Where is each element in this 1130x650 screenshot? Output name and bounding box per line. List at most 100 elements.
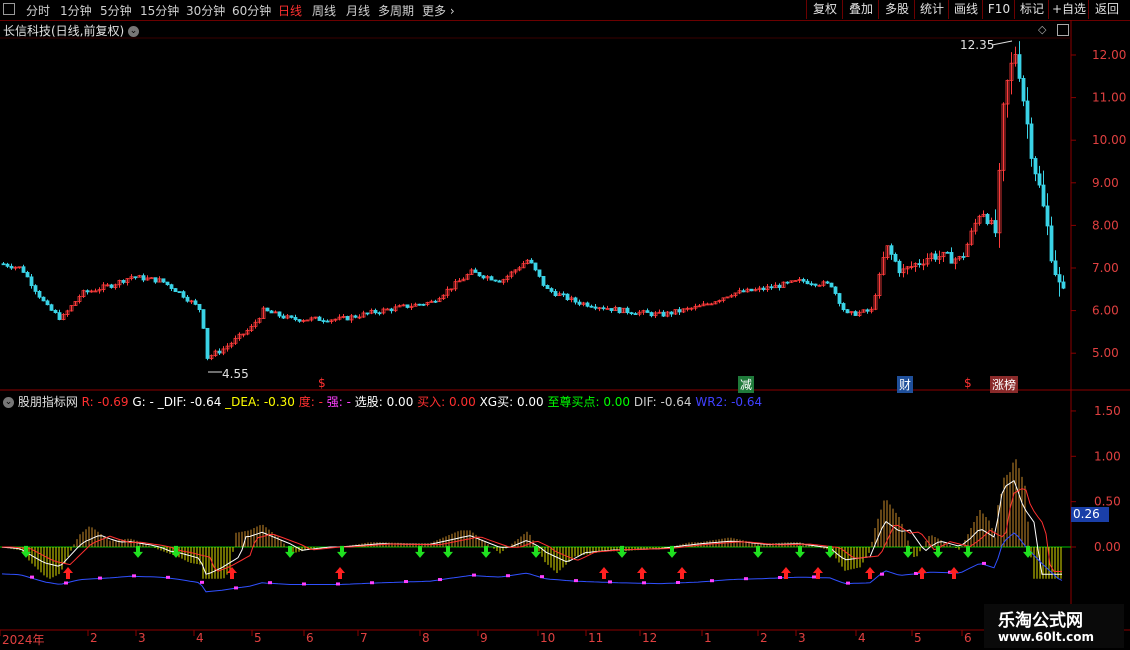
candle-body bbox=[669, 311, 674, 315]
high-arrow bbox=[991, 40, 1013, 46]
event-marker-dollar-2[interactable]: $ bbox=[964, 376, 972, 390]
candle-body bbox=[777, 284, 782, 288]
candle-body bbox=[49, 304, 54, 311]
wr2-marker bbox=[778, 576, 782, 580]
event-marker-finance[interactable]: 财 bbox=[897, 376, 914, 393]
price-tick-label: 10.00 bbox=[1092, 133, 1126, 147]
kline-chart[interactable]: 12.0011.0010.009.008.007.006.005.001.501… bbox=[0, 0, 1130, 650]
date-label: 11 bbox=[588, 631, 604, 645]
wr2-marker bbox=[710, 579, 714, 583]
candle-body bbox=[841, 303, 846, 311]
legend-item: WR2: -0.64 bbox=[695, 395, 763, 409]
date-label: 5 bbox=[914, 631, 922, 645]
candle-body bbox=[985, 213, 990, 225]
date-label: 2 bbox=[90, 631, 98, 645]
buy-arrow-icon bbox=[677, 566, 687, 579]
candle-body bbox=[553, 291, 558, 297]
price-tick-label: 7.00 bbox=[1092, 261, 1119, 275]
candle-body bbox=[433, 300, 438, 303]
candle-body bbox=[217, 350, 222, 354]
sell-arrow-icon bbox=[963, 545, 973, 558]
candle-body bbox=[809, 283, 814, 286]
candle-body bbox=[933, 253, 938, 260]
candle-body bbox=[45, 300, 50, 306]
wr2-marker bbox=[132, 574, 136, 578]
candle-body bbox=[1025, 100, 1030, 125]
watermark-url: www.60lt.com bbox=[998, 630, 1095, 644]
candle-body bbox=[53, 309, 58, 314]
candle-body bbox=[33, 285, 38, 292]
candle-body bbox=[893, 253, 898, 262]
candle-body bbox=[417, 303, 422, 306]
candle-body bbox=[541, 275, 546, 286]
wr2-marker bbox=[744, 577, 748, 581]
legend-item: _DIF: -0.64 bbox=[157, 395, 226, 409]
wr2-marker bbox=[608, 580, 612, 584]
candle-body bbox=[321, 320, 326, 322]
wr2-line bbox=[1, 532, 1063, 593]
wr2-marker bbox=[812, 575, 816, 579]
buy-arrow-icon bbox=[949, 566, 959, 579]
date-label: 2024年 bbox=[2, 633, 45, 647]
candle-body bbox=[57, 312, 62, 320]
candle-body bbox=[37, 291, 42, 298]
candle-body bbox=[93, 290, 98, 293]
wr2-marker bbox=[336, 582, 340, 586]
wr2-marker bbox=[302, 582, 306, 586]
wr2-marker bbox=[642, 581, 646, 585]
current-value-badge: 0.26 bbox=[1071, 507, 1109, 522]
candle-body bbox=[181, 291, 186, 298]
candle-body bbox=[133, 276, 138, 279]
candle-body bbox=[917, 263, 922, 265]
wr2-marker bbox=[166, 575, 170, 579]
event-marker-limit-up[interactable]: 涨榜 bbox=[990, 376, 1019, 393]
candle-body bbox=[109, 284, 114, 288]
candle-body bbox=[769, 286, 774, 289]
candle-body bbox=[801, 279, 806, 282]
candle-body bbox=[497, 280, 502, 283]
candle-body bbox=[405, 304, 410, 308]
candle-body bbox=[865, 309, 870, 312]
candle-body bbox=[377, 312, 382, 315]
buy-arrow-icon bbox=[227, 566, 237, 579]
event-marker-reduce[interactable]: 减 bbox=[738, 376, 755, 393]
date-label: 10 bbox=[540, 631, 556, 645]
event-marker-dollar[interactable]: $ bbox=[318, 376, 326, 390]
candle-body bbox=[837, 293, 842, 304]
candle-body bbox=[197, 303, 202, 311]
indicator-name[interactable]: 股朋指标网 bbox=[18, 395, 78, 409]
candle-body bbox=[5, 263, 10, 267]
dif-line bbox=[1, 479, 1062, 575]
candle-body bbox=[625, 307, 630, 314]
sell-arrow-icon bbox=[933, 545, 943, 558]
candle-body bbox=[193, 300, 198, 305]
wr2-marker bbox=[846, 581, 850, 585]
candle-body bbox=[593, 306, 598, 309]
indicator-tick-label: 1.50 bbox=[1094, 404, 1121, 418]
date-label: 3 bbox=[798, 631, 806, 645]
candle-body bbox=[185, 296, 190, 302]
date-label: 4 bbox=[196, 631, 204, 645]
sell-arrow-icon bbox=[337, 545, 347, 558]
candle-body bbox=[993, 220, 998, 234]
chevron-down-icon[interactable]: ⌄ bbox=[3, 397, 14, 408]
candle-body bbox=[141, 275, 146, 281]
legend-item: R: -0.69 bbox=[81, 395, 133, 409]
candle-body bbox=[1029, 123, 1034, 159]
candle-body bbox=[677, 309, 682, 313]
price-tick-label: 8.00 bbox=[1092, 218, 1119, 232]
high-price-label: 12.35 bbox=[960, 38, 995, 52]
candle-body bbox=[549, 288, 554, 292]
price-tick-label: 11.00 bbox=[1092, 91, 1126, 105]
candle-body bbox=[277, 311, 282, 317]
candle-body bbox=[961, 256, 966, 258]
candle-body bbox=[1, 263, 6, 266]
date-label: 9 bbox=[480, 631, 488, 645]
candle-body bbox=[633, 313, 638, 316]
candle-body bbox=[269, 310, 274, 314]
candle-body bbox=[1021, 77, 1026, 102]
wr2-marker bbox=[438, 578, 442, 582]
candle-body bbox=[289, 315, 294, 318]
legend-item: 度: - bbox=[298, 395, 327, 409]
date-label: 12 bbox=[642, 631, 658, 645]
